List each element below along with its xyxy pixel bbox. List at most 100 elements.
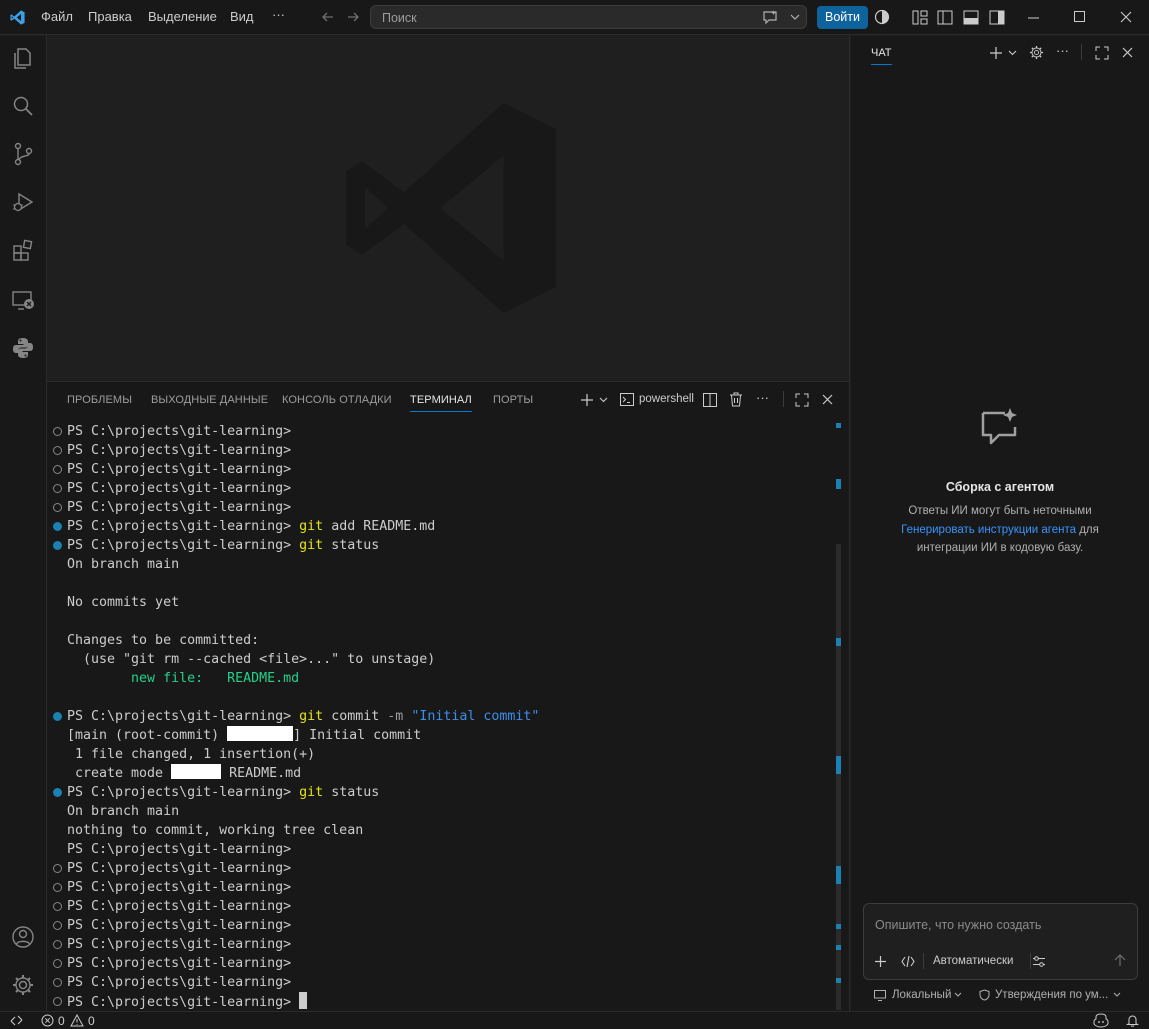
command-decoration-idle[interactable] bbox=[53, 446, 62, 455]
terminal-dropdown-chevron-icon[interactable] bbox=[599, 397, 608, 403]
command-decoration-success[interactable] bbox=[53, 712, 62, 721]
chat-history-chevron-icon[interactable] bbox=[1008, 50, 1017, 56]
close-window-icon[interactable] bbox=[1120, 11, 1132, 23]
menu-edit[interactable]: Правка bbox=[88, 9, 132, 24]
chat-input-divider bbox=[1030, 953, 1031, 969]
remote-indicator-icon[interactable] bbox=[10, 1014, 23, 1027]
command-decoration-success[interactable] bbox=[53, 541, 62, 550]
panel-more-actions-icon[interactable]: ··· bbox=[756, 390, 769, 405]
new-chat-plus-icon[interactable] bbox=[989, 46, 1003, 60]
manage-gear-icon[interactable] bbox=[9, 971, 37, 999]
python-icon[interactable] bbox=[9, 334, 37, 362]
configure-tools-icon[interactable] bbox=[1032, 955, 1046, 968]
minimize-icon[interactable] bbox=[1028, 17, 1040, 19]
new-terminal-plus-icon[interactable] bbox=[580, 393, 594, 407]
add-context-plus-icon[interactable] bbox=[874, 955, 887, 968]
maximize-chat-icon[interactable] bbox=[1095, 46, 1109, 60]
command-decoration-idle[interactable] bbox=[53, 902, 62, 911]
menu-selection[interactable]: Выделение bbox=[148, 9, 217, 24]
vscode-logo-icon[interactable] bbox=[9, 9, 26, 26]
extensions-icon[interactable] bbox=[9, 236, 37, 264]
send-arrow-icon[interactable] bbox=[1114, 954, 1126, 967]
chat-empty-title: Сборка с агентом bbox=[945, 480, 1055, 494]
terminal-line: new file: README.md bbox=[67, 671, 300, 686]
terminal-line: [main (root-commit) ] Initial commit bbox=[67, 726, 422, 743]
command-decoration-idle[interactable] bbox=[53, 864, 62, 873]
explorer-icon[interactable] bbox=[9, 44, 37, 72]
tab-problems[interactable]: ПРОБЛЕМЫ bbox=[67, 394, 132, 406]
command-decoration-idle[interactable] bbox=[53, 978, 62, 987]
close-panel-icon[interactable] bbox=[822, 394, 833, 405]
command-decoration-idle[interactable] bbox=[53, 883, 62, 892]
chat-tab[interactable]: ЧАТ bbox=[871, 47, 892, 65]
command-decoration-idle[interactable] bbox=[53, 503, 62, 512]
terminal-cursor bbox=[299, 992, 308, 1009]
toggle-primary-sidebar-icon[interactable] bbox=[937, 10, 953, 25]
approvals-picker[interactable]: Утверждения по ум... bbox=[995, 989, 1108, 1001]
chat-input-box[interactable]: Опишите, что нужно создать Автоматически bbox=[863, 903, 1138, 980]
command-decoration-success[interactable] bbox=[53, 788, 62, 797]
command-decoration-idle[interactable] bbox=[53, 940, 62, 949]
terminal-view[interactable]: PS C:\projects\git-learning> PS C:\proje… bbox=[47, 421, 837, 1011]
warnings-count[interactable]: 0 bbox=[88, 1014, 95, 1028]
tab-ports[interactable]: ПОРТЫ bbox=[493, 394, 533, 406]
menu-file[interactable]: Файл bbox=[41, 9, 73, 24]
accounts-shield-icon[interactable] bbox=[874, 9, 890, 25]
terminal-shell-name[interactable]: powershell bbox=[639, 393, 694, 405]
chat-disclaimer: Ответы ИИ могут быть неточными bbox=[908, 505, 1092, 517]
model-picker[interactable]: Автоматически bbox=[933, 955, 1013, 967]
maximize-panel-icon[interactable] bbox=[795, 393, 809, 407]
session-target-picker[interactable]: Локальный bbox=[892, 989, 951, 1001]
menu-more[interactable]: ··· bbox=[272, 7, 285, 22]
chat-settings-gear-icon[interactable] bbox=[1029, 45, 1044, 60]
generate-agent-instructions-link[interactable]: Генерировать инструкции агента bbox=[901, 524, 1076, 536]
source-control-icon[interactable] bbox=[9, 140, 37, 168]
menu-view[interactable]: Вид bbox=[230, 9, 254, 24]
chat-more-actions-icon[interactable]: ··· bbox=[1056, 43, 1069, 58]
copilot-chat-icon[interactable] bbox=[762, 10, 778, 25]
command-decoration-idle[interactable] bbox=[53, 427, 62, 436]
toggle-secondary-sidebar-icon[interactable] bbox=[989, 10, 1005, 25]
close-chat-icon[interactable] bbox=[1122, 47, 1133, 58]
copilot-status-icon[interactable] bbox=[1093, 1013, 1109, 1028]
remote-explorer-icon[interactable] bbox=[9, 286, 37, 314]
terminal-line: PS C:\projects\git-learning> bbox=[67, 443, 292, 458]
forward-arrow-icon[interactable] bbox=[346, 10, 360, 24]
command-decoration-success[interactable] bbox=[53, 522, 62, 531]
command-decoration-idle[interactable] bbox=[53, 484, 62, 493]
tab-terminal[interactable]: ТЕРМИНАЛ bbox=[410, 394, 472, 412]
agent-mode-icon[interactable] bbox=[901, 955, 915, 968]
chat-input-divider bbox=[923, 953, 924, 969]
run-debug-icon[interactable] bbox=[9, 188, 37, 216]
terminal-shell-icon bbox=[620, 393, 634, 406]
toggle-panel-icon[interactable] bbox=[963, 10, 979, 25]
notifications-bell-icon[interactable] bbox=[1126, 1014, 1139, 1027]
sign-in-button[interactable]: Войти bbox=[817, 6, 868, 29]
maximize-icon[interactable] bbox=[1074, 11, 1086, 23]
command-decoration-idle[interactable] bbox=[53, 959, 62, 968]
accounts-icon[interactable] bbox=[9, 923, 37, 951]
chevron-down-icon[interactable] bbox=[1113, 992, 1121, 998]
terminal-scrollbar[interactable] bbox=[836, 544, 841, 1010]
chevron-down-icon[interactable] bbox=[954, 992, 962, 998]
split-terminal-icon[interactable] bbox=[703, 393, 717, 407]
terminal-line: No commits yet bbox=[67, 595, 180, 610]
command-decoration-idle[interactable] bbox=[53, 921, 62, 930]
editor-area[interactable] bbox=[47, 36, 850, 381]
search-icon[interactable] bbox=[9, 92, 37, 120]
customize-layout-icon[interactable] bbox=[912, 10, 928, 25]
command-decoration-idle[interactable] bbox=[53, 997, 62, 1006]
chevron-down-icon[interactable] bbox=[790, 13, 800, 21]
errors-count[interactable]: 0 bbox=[58, 1014, 65, 1028]
command-decoration-idle[interactable] bbox=[53, 465, 62, 474]
chat-sidebar: ЧАТ ··· Сборка с агентом Ответы ИИ могут… bbox=[851, 36, 1149, 1011]
search-input[interactable]: Поиск bbox=[370, 5, 807, 29]
tab-debug-console[interactable]: КОНСОЛЬ ОТЛАДКИ bbox=[282, 394, 392, 406]
warnings-icon[interactable] bbox=[70, 1014, 84, 1027]
tab-output[interactable]: ВЫХОДНЫЕ ДАННЫЕ bbox=[151, 394, 268, 406]
errors-icon[interactable] bbox=[41, 1014, 54, 1027]
back-arrow-icon[interactable] bbox=[321, 10, 335, 24]
kill-terminal-trash-icon[interactable] bbox=[729, 392, 743, 407]
scroll-marker bbox=[836, 423, 841, 428]
terminal-line: PS C:\projects\git-learning> bbox=[67, 424, 292, 439]
